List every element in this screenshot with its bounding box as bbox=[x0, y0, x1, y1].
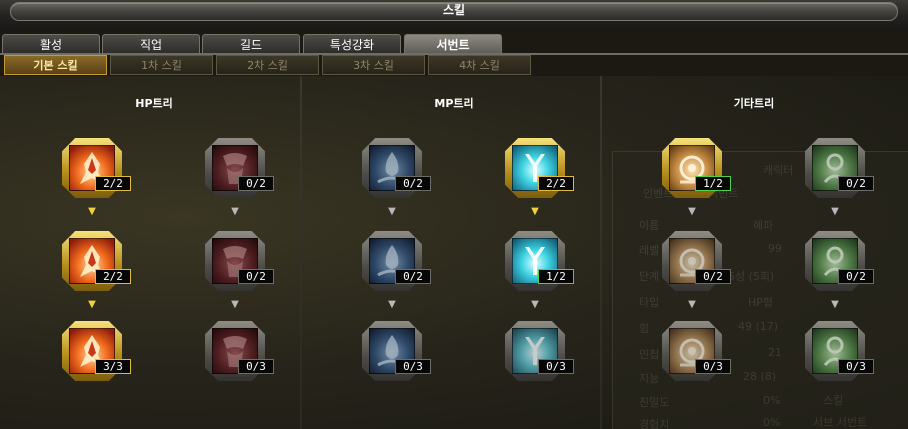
skill-slot[interactable]: 0/3 bbox=[662, 321, 731, 381]
tree-divider bbox=[300, 76, 302, 429]
bg-value: 49 (17) bbox=[738, 320, 779, 333]
chevron-down-icon: ▼ bbox=[88, 299, 96, 310]
hp-tree-title: HP트리 bbox=[135, 97, 173, 110]
tab-guild[interactable]: 길드 bbox=[202, 34, 300, 54]
bg-label: 지능 bbox=[639, 372, 660, 385]
chevron-down-icon: ▼ bbox=[231, 206, 239, 217]
skill-slot[interactable]: 0/2 bbox=[805, 231, 874, 291]
skill-level-count: 0/2 bbox=[838, 176, 874, 191]
skill-slot[interactable]: 0/3 bbox=[362, 321, 431, 381]
title-bar[interactable]: 스킬 bbox=[0, 0, 908, 30]
mp-tree-title: MP트리 bbox=[434, 97, 474, 110]
bg-footer: 서브 서번트 bbox=[813, 416, 868, 429]
bg-value: 0% bbox=[763, 416, 781, 429]
skill-tree-area: 캐릭터 인벤트 서번트 이름 혜파 레벨 99 단계 5성 (5회) 타입 HP… bbox=[0, 76, 908, 429]
skill-slot[interactable]: 3/3 bbox=[62, 321, 131, 381]
skill-slot[interactable]: 2/2 bbox=[62, 138, 131, 198]
skill-level-count: 0/2 bbox=[238, 269, 274, 284]
skill-slot[interactable]: 2/2 bbox=[505, 138, 574, 198]
bg-label: 민첩 bbox=[639, 348, 660, 361]
bg-footer: 스킬 bbox=[823, 394, 844, 407]
skill-slot[interactable]: 2/2 bbox=[62, 231, 131, 291]
bg-value: 21 bbox=[768, 346, 782, 359]
bg-label: 이름 bbox=[639, 219, 660, 232]
chevron-down-icon: ▼ bbox=[831, 299, 839, 310]
chevron-down-icon: ▼ bbox=[388, 299, 396, 310]
skill-level-count: 0/3 bbox=[695, 359, 731, 374]
skill-slot[interactable]: 0/2 bbox=[362, 138, 431, 198]
bg-label: 타입 bbox=[639, 296, 660, 309]
chevron-down-icon: ▼ bbox=[388, 206, 396, 217]
tab-job[interactable]: 직업 bbox=[102, 34, 200, 54]
skill-slot[interactable]: 0/3 bbox=[505, 321, 574, 381]
bg-label: 힘 bbox=[639, 322, 650, 335]
skill-level-count: 0/2 bbox=[838, 269, 874, 284]
chevron-down-icon: ▼ bbox=[531, 299, 539, 310]
skill-level-count: 2/2 bbox=[95, 269, 131, 284]
bg-label: 친밀도 bbox=[639, 396, 670, 409]
bg-value: 99 bbox=[768, 242, 782, 255]
skill-slot[interactable]: 0/2 bbox=[205, 231, 274, 291]
tree-divider bbox=[600, 76, 602, 429]
bg-value: HP형 bbox=[748, 296, 774, 309]
skill-slot[interactable]: 0/2 bbox=[805, 138, 874, 198]
skill-level-count: 1/2 bbox=[695, 176, 731, 191]
skill-slot[interactable]: 0/2 bbox=[662, 231, 731, 291]
chevron-down-icon: ▼ bbox=[231, 299, 239, 310]
skill-level-count: 2/2 bbox=[95, 176, 131, 191]
window-title: 스킬 bbox=[442, 3, 466, 17]
tab-enhancement[interactable]: 특성강화 bbox=[303, 34, 401, 54]
chevron-down-icon: ▼ bbox=[688, 299, 696, 310]
bg-label: 캐릭터 bbox=[763, 164, 794, 177]
etc-tree-title: 기타트리 bbox=[733, 97, 775, 110]
skill-level-count: 0/3 bbox=[395, 359, 431, 374]
skill-slot[interactable]: 0/2 bbox=[205, 138, 274, 198]
skill-level-count: 0/2 bbox=[238, 176, 274, 191]
bg-value: 혜파 bbox=[753, 219, 774, 232]
bg-value: 0% bbox=[763, 394, 781, 407]
bg-value: 5성 (5회) bbox=[728, 270, 775, 283]
main-tabs: 활성 직업 길드 특성강화 서번트 bbox=[0, 34, 908, 54]
subtab-3rd[interactable]: 3차 스킬 bbox=[322, 55, 425, 75]
skill-level-count: 3/3 bbox=[95, 359, 131, 374]
bg-label: 레벨 bbox=[639, 244, 660, 257]
skill-level-count: 0/2 bbox=[695, 269, 731, 284]
bg-label: 단계 bbox=[639, 270, 660, 283]
chevron-down-icon: ▼ bbox=[688, 206, 696, 217]
skill-level-count: 2/2 bbox=[538, 176, 574, 191]
skill-level-count: 0/2 bbox=[395, 269, 431, 284]
subtab-4th[interactable]: 4차 스킬 bbox=[428, 55, 531, 75]
subtab-basic[interactable]: 기본 스킬 bbox=[4, 55, 107, 75]
skill-level-count: 0/2 bbox=[395, 176, 431, 191]
skill-level-count: 1/2 bbox=[538, 269, 574, 284]
skill-slot[interactable]: 0/2 bbox=[362, 231, 431, 291]
skill-level-count: 0/3 bbox=[238, 359, 274, 374]
subtab-2nd[interactable]: 2차 스킬 bbox=[216, 55, 319, 75]
chevron-down-icon: ▼ bbox=[88, 206, 96, 217]
tab-active[interactable]: 활성 bbox=[2, 34, 100, 54]
subtab-1st[interactable]: 1차 스킬 bbox=[110, 55, 213, 75]
skill-level-count: 0/3 bbox=[838, 359, 874, 374]
chevron-down-icon: ▼ bbox=[831, 206, 839, 217]
skill-slot[interactable]: 1/2 bbox=[662, 138, 731, 198]
skill-slot[interactable]: 0/3 bbox=[805, 321, 874, 381]
bg-value: 28 (8) bbox=[743, 370, 777, 383]
skill-slot[interactable]: 1/2 bbox=[505, 231, 574, 291]
skill-window: { "window": {"title": "스킬"}, "tabs": ["활… bbox=[0, 0, 908, 429]
tab-servant[interactable]: 서번트 bbox=[404, 34, 502, 54]
skill-slot[interactable]: 0/3 bbox=[205, 321, 274, 381]
chevron-down-icon: ▼ bbox=[531, 206, 539, 217]
skill-level-count: 0/3 bbox=[538, 359, 574, 374]
bg-label: 경험치 bbox=[639, 418, 670, 429]
